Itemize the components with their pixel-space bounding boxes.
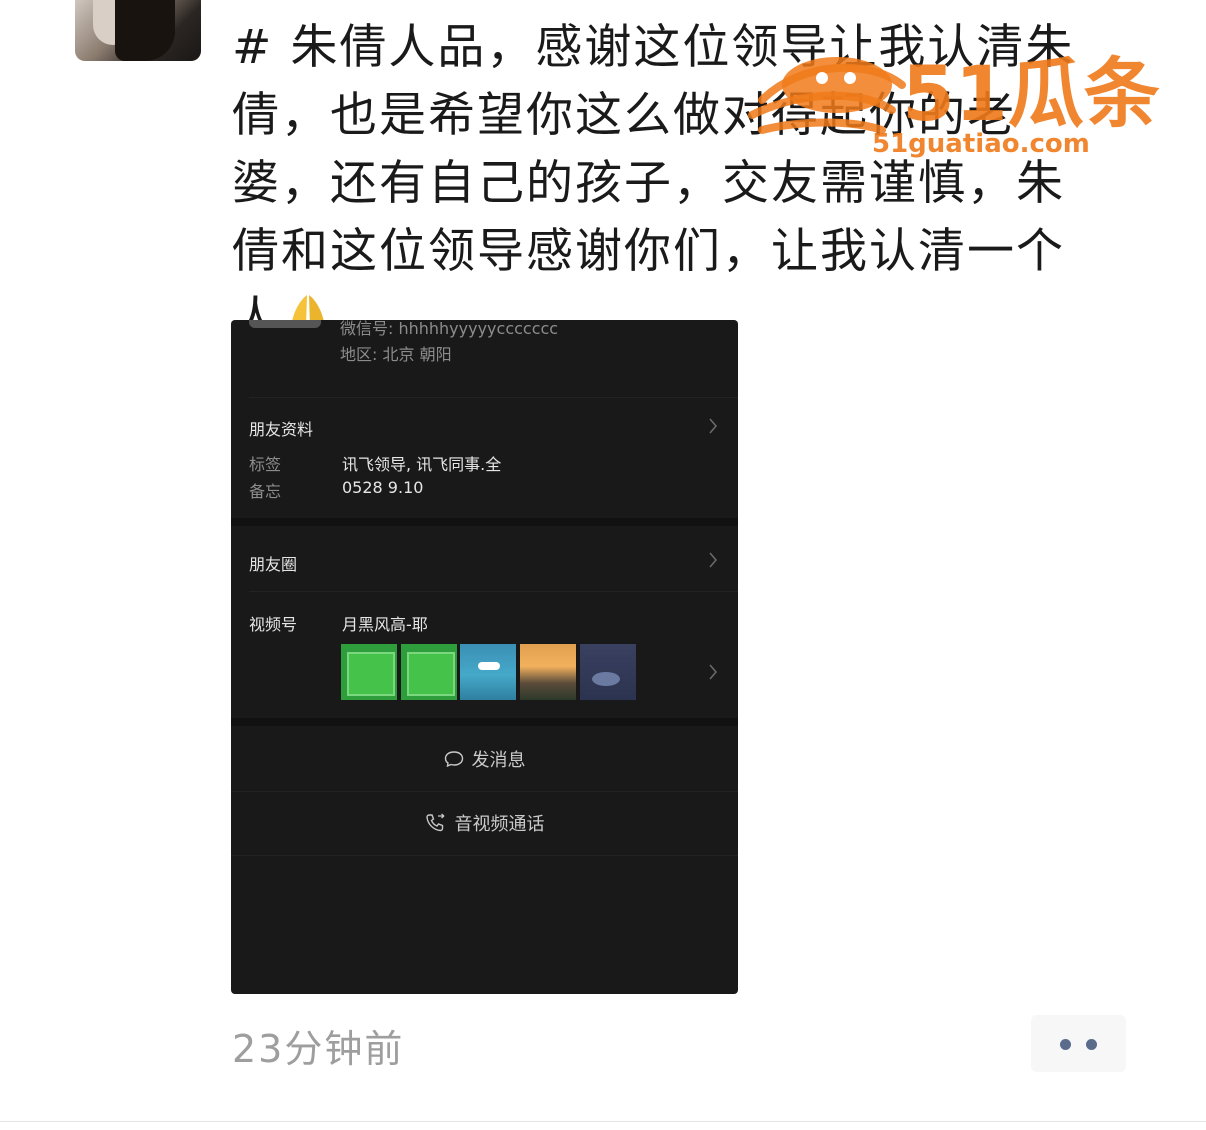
note-value: 0528 9.10 bbox=[342, 478, 424, 497]
feed-divider bbox=[0, 1121, 1206, 1122]
moments-label[interactable]: 朋友圈 bbox=[249, 551, 297, 575]
video-call-button[interactable]: 音视频通话 bbox=[231, 792, 738, 854]
post-text: # 朱倩人品，感谢这位领导让我认清朱倩，也是希望你这么做对得起你的老婆，还有自己… bbox=[232, 20, 1075, 347]
avatar-hair bbox=[115, 0, 175, 61]
chevron-right-icon[interactable] bbox=[708, 552, 718, 568]
chevron-right-icon[interactable] bbox=[708, 418, 718, 434]
wechat-id: 微信号: hhhhhyyyyyccccccc bbox=[340, 320, 559, 338]
divider bbox=[249, 591, 738, 592]
chat-bubble-icon bbox=[444, 751, 463, 768]
video-thumbnail[interactable] bbox=[580, 644, 636, 700]
send-message-button[interactable]: 发消息 bbox=[231, 728, 738, 790]
more-dot bbox=[1086, 1039, 1097, 1050]
divider bbox=[231, 855, 738, 856]
channels-name: 月黑风高-耶 bbox=[342, 615, 428, 634]
more-options-button[interactable] bbox=[1031, 1015, 1126, 1072]
chevron-right-icon[interactable] bbox=[708, 664, 718, 680]
contact-avatar bbox=[249, 320, 321, 328]
section-gap bbox=[231, 718, 738, 726]
friend-info-label[interactable]: 朋友资料 bbox=[249, 416, 313, 440]
post-timestamp: 23分钟前 bbox=[232, 1027, 405, 1071]
more-dot bbox=[1060, 1039, 1071, 1050]
embedded-screenshot: 微信号: hhhhhyyyyyccccccc 地区: 北京 朝阳 朋友资料 标签… bbox=[231, 320, 738, 994]
video-thumbnail[interactable] bbox=[341, 644, 397, 700]
video-thumbnail[interactable] bbox=[520, 644, 576, 700]
video-thumbnail[interactable] bbox=[460, 644, 516, 700]
tag-value: 讯飞领导, 讯飞同事.全 bbox=[342, 455, 502, 474]
divider bbox=[249, 397, 738, 398]
tag-label: 标签 bbox=[249, 455, 282, 474]
region: 地区: 北京 朝阳 bbox=[340, 345, 452, 364]
user-avatar[interactable] bbox=[75, 0, 201, 61]
send-message-label: 发消息 bbox=[471, 750, 526, 771]
phone-icon bbox=[425, 813, 444, 832]
note-label: 备忘 bbox=[249, 482, 282, 501]
video-thumbnail[interactable] bbox=[401, 644, 457, 700]
section-gap bbox=[231, 518, 738, 526]
video-call-label: 音视频通话 bbox=[454, 814, 545, 835]
post-content: # 朱倩人品，感谢这位领导让我认清朱倩，也是希望你这么做对得起你的老婆，还有自己… bbox=[232, 14, 1112, 354]
channels-label[interactable]: 视频号 bbox=[249, 611, 297, 635]
